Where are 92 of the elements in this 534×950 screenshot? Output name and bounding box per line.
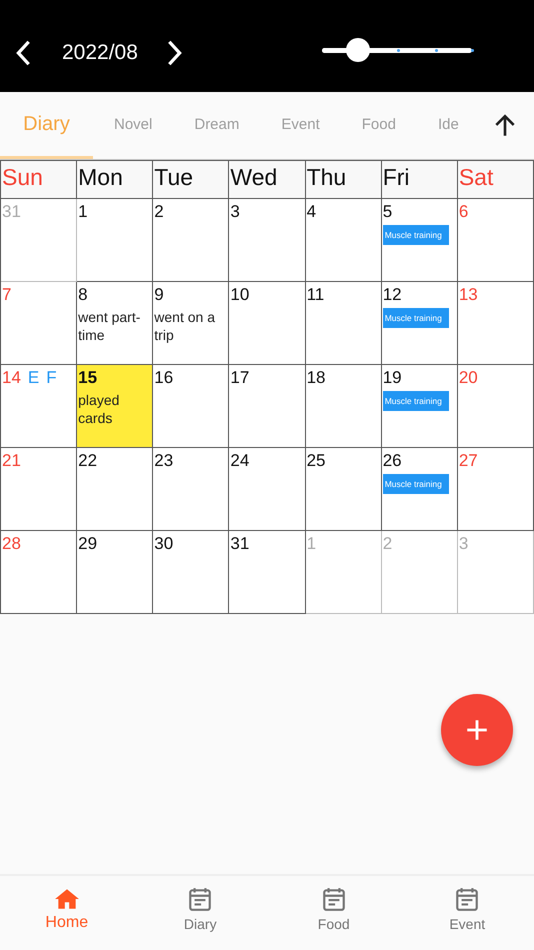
- day-number: 6: [458, 202, 468, 222]
- day-number: 23: [154, 451, 174, 471]
- day-number: 1: [306, 534, 316, 554]
- day-number: 3: [230, 202, 240, 222]
- day-number: 7: [2, 285, 12, 305]
- calendar-icon: [454, 886, 480, 912]
- day-cell[interactable]: 4: [306, 199, 382, 282]
- calendar-icon: [187, 886, 214, 912]
- day-number: 12: [382, 285, 402, 305]
- nav-item[interactable]: Diary: [134, 876, 267, 950]
- day-number: 2: [154, 202, 164, 222]
- day-number: 27: [458, 451, 478, 471]
- nav-item[interactable]: Event: [400, 876, 534, 950]
- day-number: 5: [382, 202, 392, 222]
- entry-tag: F: [46, 368, 57, 388]
- day-cell[interactable]: 16: [153, 365, 230, 448]
- month-label: 2022/08: [62, 41, 138, 65]
- day-number: 24: [230, 451, 250, 471]
- day-number: 25: [306, 451, 326, 471]
- day-number: 15: [78, 368, 98, 388]
- event-chip[interactable]: Muscle training: [382, 308, 449, 328]
- day-cell[interactable]: 9 went on a trip: [153, 282, 230, 365]
- weekday-header: Wed: [229, 161, 306, 199]
- day-cell[interactable]: 25: [306, 448, 382, 531]
- nav-item[interactable]: Home: [0, 876, 134, 950]
- day-number: 3: [458, 534, 468, 554]
- day-number: 8: [78, 285, 88, 305]
- day-cell[interactable]: 19 Muscle training: [382, 365, 458, 448]
- entry-tag: E: [28, 368, 40, 388]
- add-button[interactable]: [441, 694, 513, 766]
- weekday-header: Sun: [1, 161, 78, 199]
- day-cell[interactable]: 27: [458, 448, 534, 531]
- day-number: 1: [78, 202, 88, 222]
- day-cell[interactable]: 20: [458, 365, 534, 448]
- day-cell[interactable]: 13: [458, 282, 534, 365]
- event-chip[interactable]: Muscle training: [382, 474, 449, 494]
- diary-note: went on a trip: [154, 308, 216, 344]
- day-number: 22: [78, 451, 98, 471]
- category-tab[interactable]: Novel: [93, 92, 174, 159]
- day-number: 30: [154, 534, 174, 554]
- weekday-header: Fri: [382, 161, 458, 199]
- day-cell[interactable]: 23: [153, 448, 230, 531]
- day-number: 17: [230, 368, 250, 388]
- day-cell[interactable]: 2: [153, 199, 230, 282]
- day-number: 16: [154, 368, 174, 388]
- day-cell[interactable]: 6: [458, 199, 534, 282]
- category-tab[interactable]: Ide: [416, 92, 480, 159]
- day-cell[interactable]: 5 Muscle training: [382, 199, 458, 282]
- day-cell[interactable]: 22: [77, 448, 154, 531]
- day-cell[interactable]: 15 played cards: [77, 365, 154, 448]
- event-chip[interactable]: Muscle training: [382, 225, 449, 245]
- day-cell[interactable]: 24: [229, 448, 306, 531]
- day-number: 26: [382, 451, 402, 471]
- day-number: 14: [2, 368, 21, 388]
- day-cell[interactable]: 31: [1, 199, 78, 282]
- day-number: 2: [382, 534, 392, 554]
- category-tab[interactable]: Event: [260, 92, 341, 159]
- day-cell[interactable]: 18: [306, 365, 382, 448]
- day-number: 21: [2, 451, 21, 471]
- day-number: 28: [2, 534, 21, 554]
- day-number: 29: [78, 534, 98, 554]
- day-cell[interactable]: 17: [229, 365, 306, 448]
- day-number: 31: [2, 202, 21, 222]
- day-cell[interactable]: 12 Muscle training: [382, 282, 458, 365]
- slider-thumb[interactable]: [346, 38, 370, 62]
- day-number: 4: [306, 202, 316, 222]
- event-chip[interactable]: Muscle training: [382, 391, 449, 411]
- day-cell[interactable]: 21: [1, 448, 78, 531]
- weekday-header: Tue: [153, 161, 230, 199]
- weekday-header: Thu: [306, 161, 382, 199]
- category-tab[interactable]: Food: [340, 92, 417, 159]
- day-number: 20: [458, 368, 478, 388]
- day-number: 18: [306, 368, 326, 388]
- diary-note: played cards: [78, 391, 120, 427]
- weekday-header: Sat: [458, 161, 534, 199]
- day-number: 13: [458, 285, 478, 305]
- day-cell[interactable]: 7: [1, 282, 78, 365]
- day-cell[interactable]: 3: [229, 199, 306, 282]
- day-number: 31: [230, 534, 250, 554]
- day-number: 19: [382, 368, 402, 388]
- diary-note: went part-time: [78, 308, 142, 344]
- day-number: 11: [306, 285, 324, 305]
- day-number: 10: [230, 285, 250, 305]
- day-cell[interactable]: 10: [229, 282, 306, 365]
- day-cell[interactable]: 1: [77, 199, 154, 282]
- day-cell[interactable]: 26 Muscle training: [382, 448, 458, 531]
- nav-item[interactable]: Food: [267, 876, 400, 950]
- day-number: 9: [154, 285, 164, 305]
- day-cell[interactable]: 11: [306, 282, 382, 365]
- weekday-header: Mon: [77, 161, 154, 199]
- calendar-icon: [320, 886, 347, 912]
- category-tab[interactable]: Dream: [173, 92, 260, 159]
